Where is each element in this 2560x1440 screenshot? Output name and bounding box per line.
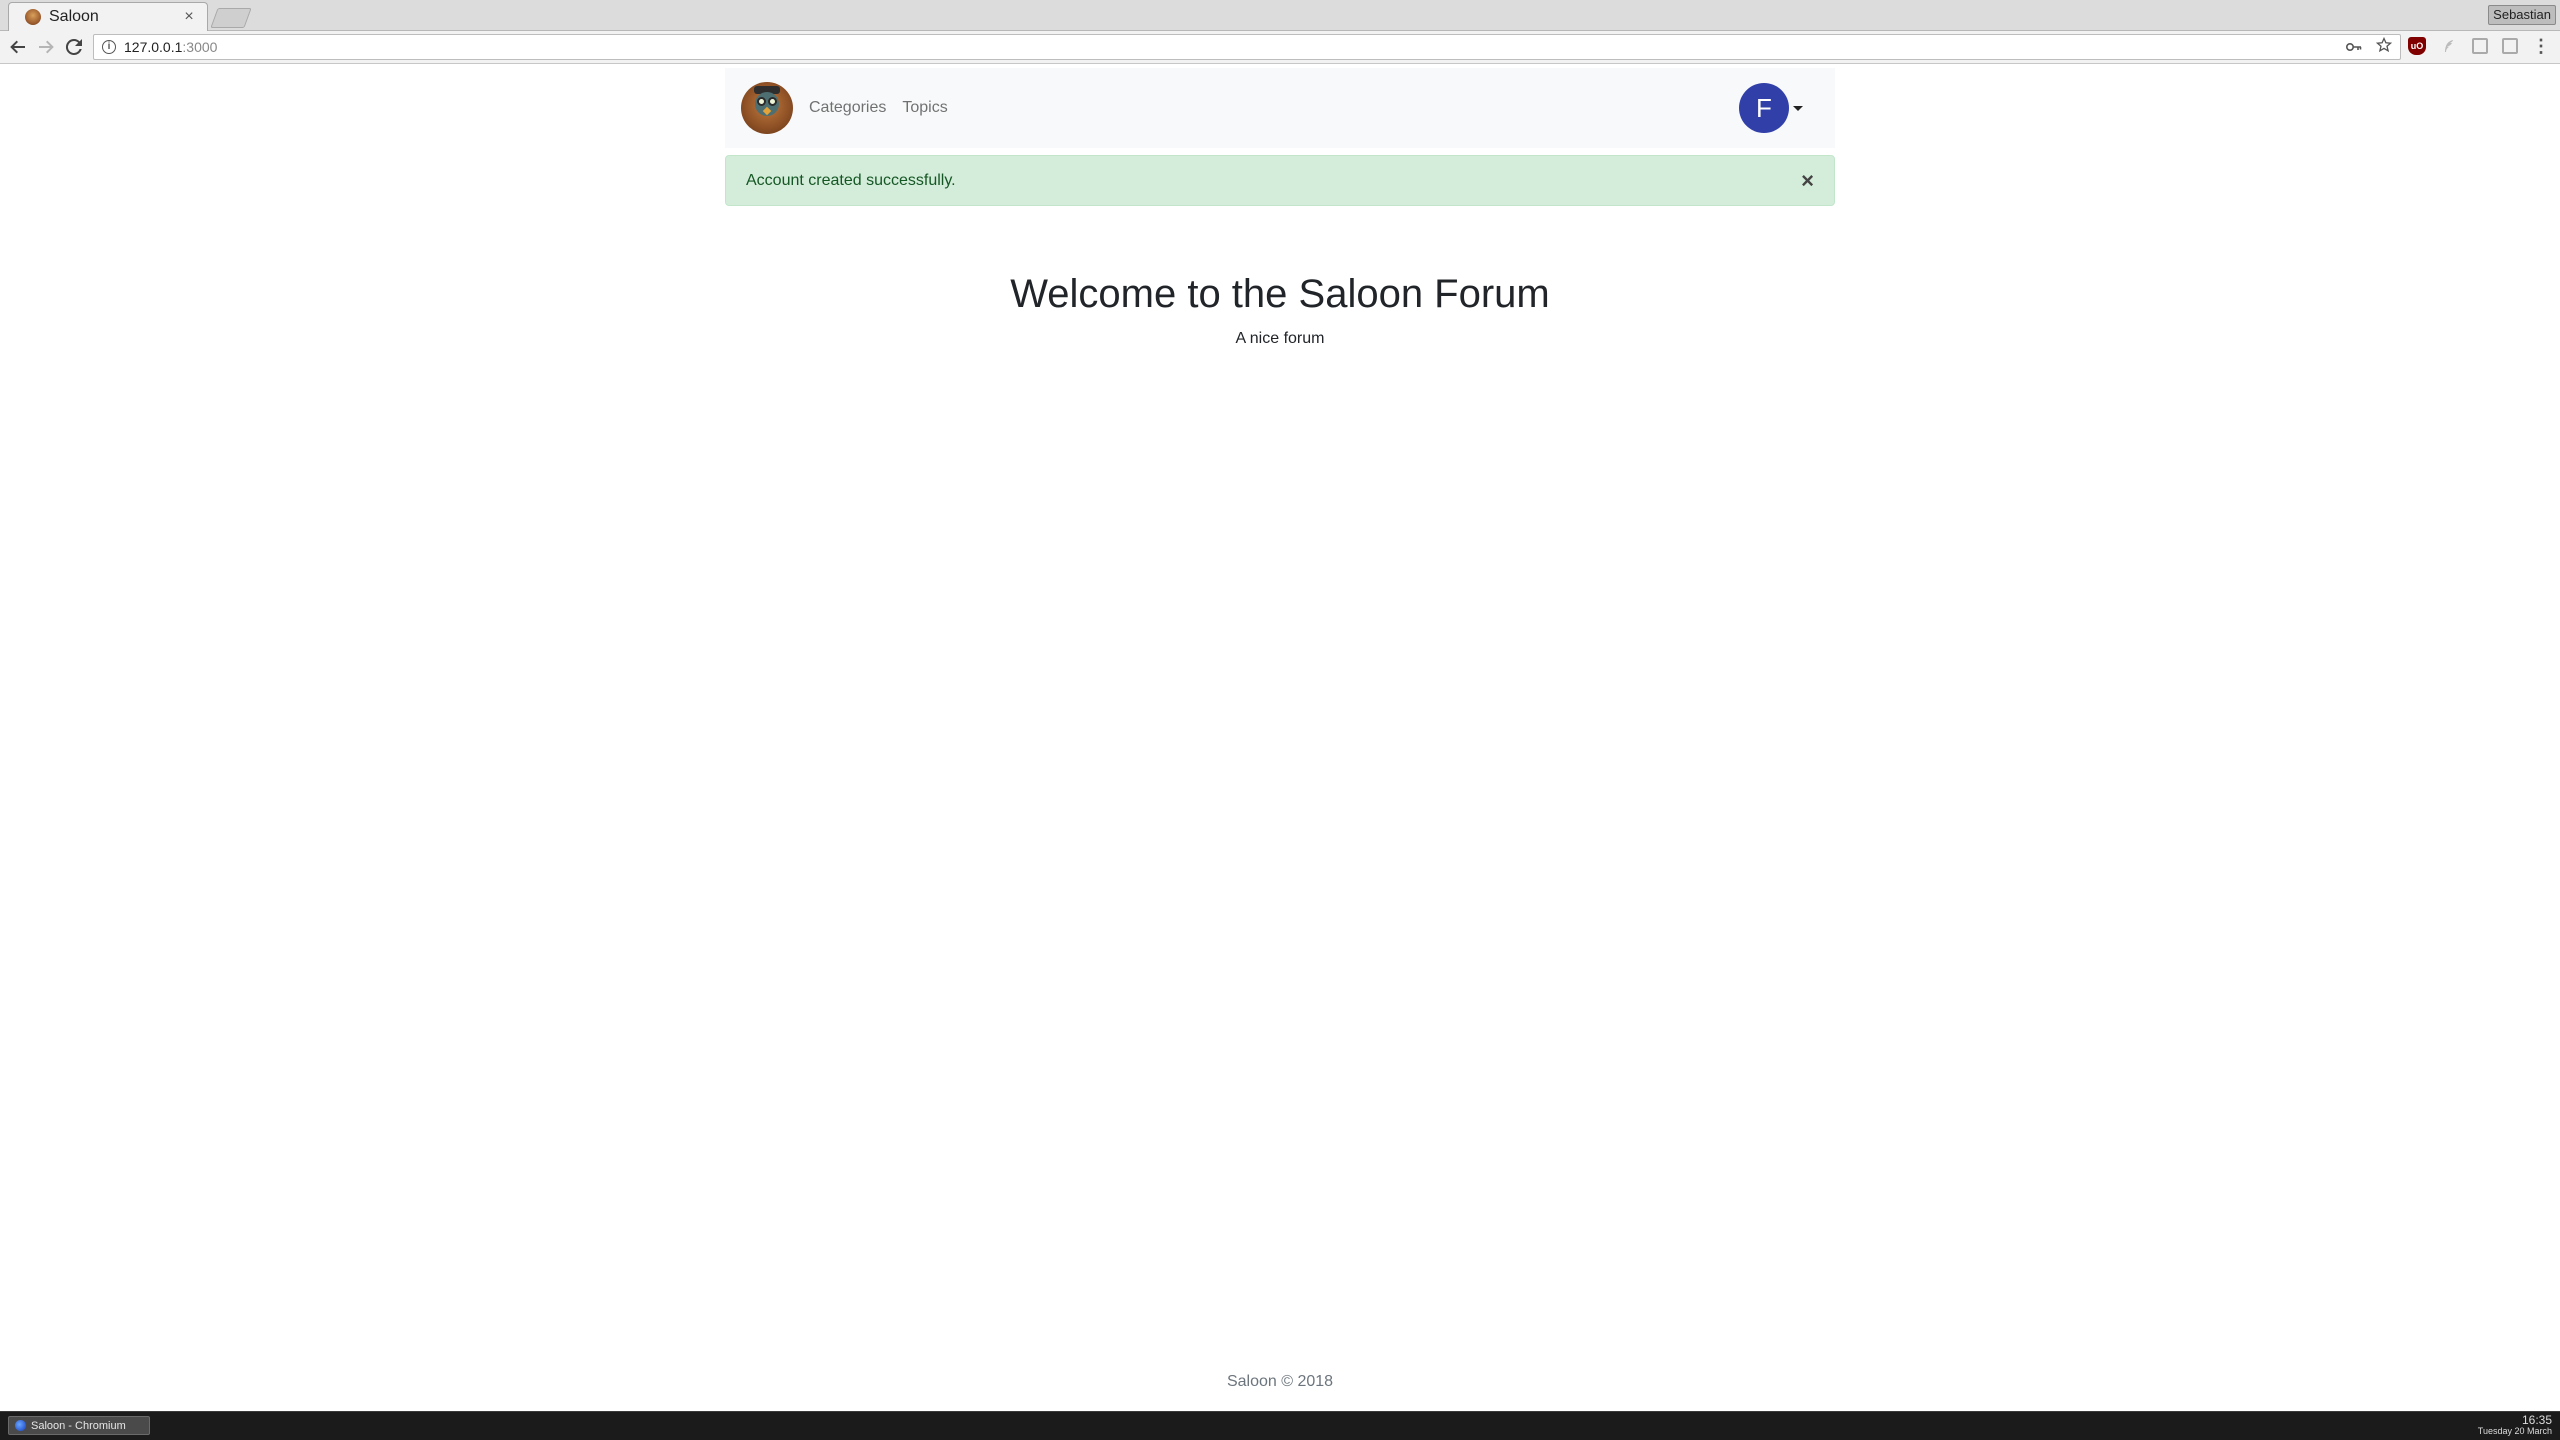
browser-toolbar: i 127.0.0.1:3000 uO ⋮ (0, 31, 2560, 64)
page-subtitle: A nice forum (1235, 330, 1325, 347)
page-title: Welcome to the Saloon Forum (1010, 272, 1550, 316)
extension-square-icon[interactable] (2502, 38, 2518, 54)
nav-link-categories[interactable]: Categories (801, 91, 894, 125)
success-alert: Account created successfully. × (725, 155, 1835, 206)
ublock-origin-icon[interactable]: uO (2408, 37, 2426, 55)
saloon-logo-icon[interactable] (741, 82, 793, 134)
bookmark-star-icon[interactable] (2375, 36, 2393, 57)
caret-down-icon[interactable] (1793, 105, 1803, 111)
os-taskbar: Saloon - Chromium 16:35 Tuesday 20 March (0, 1411, 2560, 1440)
taskbar-window-chromium[interactable]: Saloon - Chromium (8, 1416, 150, 1435)
chromium-icon (15, 1420, 26, 1431)
site-navbar: Categories Topics F (725, 68, 1835, 148)
extension-icons: uO ⋮ (2408, 36, 2550, 56)
browser-tab-saloon[interactable]: Saloon × (8, 2, 208, 31)
extension-box-icon[interactable] (2472, 38, 2488, 54)
page-content: Categories Topics F Account created succ… (0, 65, 2560, 1411)
site-info-icon[interactable]: i (102, 40, 116, 54)
address-bar[interactable]: i 127.0.0.1:3000 (93, 34, 2401, 60)
key-icon[interactable] (2345, 39, 2362, 56)
avatar[interactable]: F (1739, 83, 1789, 133)
close-tab-icon[interactable]: × (181, 8, 197, 26)
tab-title: Saloon (49, 8, 99, 25)
clock-date: Tuesday 20 March (2477, 1426, 2552, 1437)
url-host: 127.0.0.1 (124, 39, 183, 55)
user-menu-dropdown[interactable]: F (1739, 83, 1803, 133)
url-port: :3000 (182, 39, 218, 55)
footer-text: Saloon © 2018 (1226, 1373, 1334, 1390)
new-tab-button[interactable] (210, 8, 252, 28)
taskbar-window-label: Saloon - Chromium (31, 1419, 126, 1432)
profile-badge[interactable]: Sebastian (2488, 5, 2556, 25)
alert-close-icon[interactable]: × (1801, 169, 1814, 192)
alert-message: Account created successfully. (746, 171, 956, 189)
saloon-favicon-icon (25, 9, 41, 25)
browser-tabstrip: Saloon × Sebastian (0, 0, 2560, 31)
browser-menu-icon[interactable]: ⋮ (2532, 36, 2550, 56)
taskbar-clock[interactable]: 16:35 Tuesday 20 March (2477, 1413, 2552, 1437)
nav-link-topics[interactable]: Topics (894, 91, 955, 125)
feather-extension-icon[interactable] (2440, 37, 2458, 55)
back-icon[interactable] (6, 35, 30, 59)
reload-icon[interactable] (62, 35, 86, 59)
hero: Welcome to the Saloon Forum A nice forum (725, 270, 1835, 348)
forward-icon[interactable] (34, 35, 58, 59)
nav-links: Categories Topics (801, 91, 956, 125)
